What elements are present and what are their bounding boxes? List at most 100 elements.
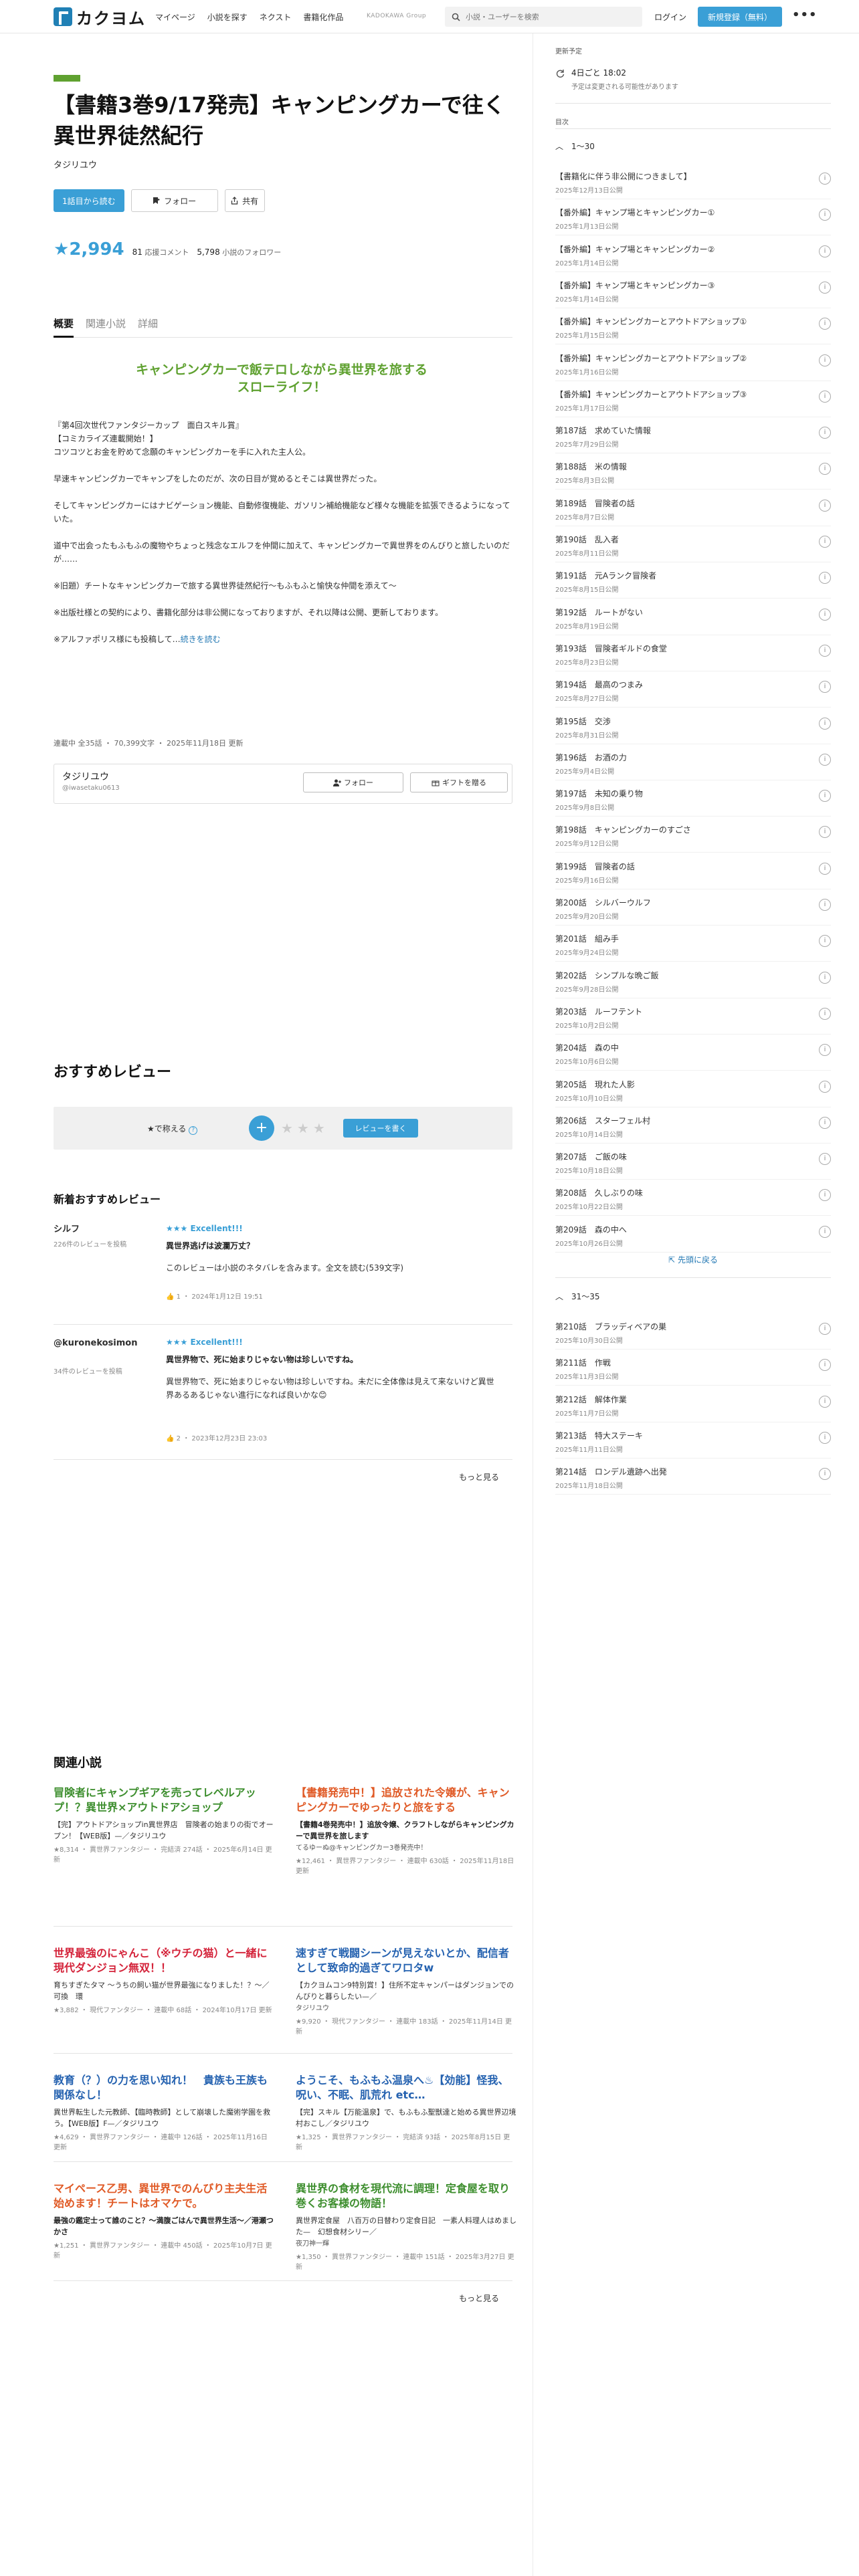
- info-icon[interactable]: i: [819, 1431, 831, 1444]
- episode-item[interactable]: 第204話 森の中 2025年10月6日公開 i: [555, 1033, 831, 1071]
- info-icon[interactable]: i: [819, 717, 831, 730]
- info-icon[interactable]: i: [819, 681, 831, 693]
- more-menu-icon[interactable]: •••: [792, 8, 818, 22]
- followers-stat[interactable]: 5,798 小説のフォロワー: [197, 247, 281, 257]
- episode-item[interactable]: 第193話 冒険者ギルドの食堂 2025年8月23日公開 i: [555, 634, 831, 671]
- send-gift-button[interactable]: ギフトを贈る: [410, 772, 508, 792]
- episode-item[interactable]: 第201話 組み手 2025年9月24日公開 i: [555, 924, 831, 962]
- work-author[interactable]: タジリユウ: [54, 158, 97, 171]
- info-icon[interactable]: i: [819, 1044, 831, 1057]
- thumbs-up-icon[interactable]: 👍: [166, 1293, 174, 1301]
- related-item[interactable]: 世界最強のにゃんこ（※ウチの猫）と一緒に現代ダンジョン無双！！ 育ちすぎたタマ …: [54, 1946, 274, 2016]
- info-icon[interactable]: i: [819, 318, 831, 330]
- author-name[interactable]: タジリユウ: [62, 770, 109, 783]
- info-icon[interactable]: i: [819, 971, 831, 984]
- info-icon[interactable]: i: [819, 1468, 831, 1481]
- episode-item[interactable]: 【書籍化に伴う非公開につきまして】 2025年12月13日公開 i: [555, 162, 831, 199]
- episode-item[interactable]: 第198話 キャンピングカーのすごさ 2025年9月12日公開 i: [555, 815, 831, 853]
- tab-details[interactable]: 詳細: [138, 311, 158, 338]
- info-icon[interactable]: i: [819, 826, 831, 839]
- reviewer-name[interactable]: @kuronekosimon: [54, 1337, 140, 1350]
- search-input[interactable]: [466, 12, 626, 21]
- info-icon[interactable]: i: [819, 499, 831, 512]
- more-reviews-link[interactable]: もっと見る: [459, 1471, 499, 1483]
- episode-item[interactable]: 第199話 冒険者の話 2025年9月16日公開 i: [555, 852, 831, 889]
- nav-search-novels[interactable]: 小説を探す: [207, 11, 248, 23]
- info-icon[interactable]: i: [819, 572, 831, 584]
- related-item[interactable]: 異世界の食材を現代流に調理！定食屋を取り巻くお客様の物語！ 異世界定食屋 八百万…: [296, 2181, 516, 2272]
- follow-author-button[interactable]: フォロー: [303, 772, 403, 792]
- toc-group-toggle[interactable]: ︿ 31〜35: [555, 1291, 600, 1302]
- episode-item[interactable]: 【番外編】キャンピングカーとアウトドアショップ① 2025年1月15日公開 i: [555, 307, 831, 345]
- comments-stat[interactable]: 81 応援コメント: [132, 247, 189, 257]
- info-icon[interactable]: i: [819, 173, 831, 185]
- episode-item[interactable]: 第194話 最高のつまみ 2025年8月27日公開 i: [555, 670, 831, 708]
- info-icon[interactable]: i: [819, 753, 831, 766]
- thumbs-up-icon[interactable]: 👍: [166, 1435, 174, 1442]
- related-item[interactable]: マイペース乙男、異世界でのんびり主夫生活始めます！チートはオマケで。 最強の鑑定…: [54, 2181, 274, 2261]
- star-rating-icons[interactable]: ★★★: [281, 1120, 329, 1136]
- info-icon[interactable]: i: [819, 790, 831, 802]
- signup-button[interactable]: 新規登録（無料）: [698, 7, 782, 27]
- follow-work-button[interactable]: フォロー: [130, 189, 218, 212]
- info-icon[interactable]: i: [819, 1225, 831, 1238]
- info-icon[interactable]: i: [819, 209, 831, 221]
- read-first-episode-button[interactable]: 1話目から読む: [54, 189, 124, 212]
- episode-item[interactable]: 第211話 作戦 2025年11月3日公開 i: [555, 1348, 831, 1386]
- write-review-button[interactable]: レビューを書く: [343, 1119, 418, 1138]
- episode-item[interactable]: 第190話 乱入者 2025年8月11日公開 i: [555, 525, 831, 562]
- info-icon[interactable]: i: [819, 1323, 831, 1335]
- reviewer-name[interactable]: シルフ: [54, 1224, 140, 1236]
- info-icon[interactable]: i: [819, 354, 831, 366]
- episode-item[interactable]: 【番外編】キャンプ場とキャンピングカー① 2025年1月13日公開 i: [555, 198, 831, 236]
- episode-item[interactable]: 【番外編】キャンピングカーとアウトドアショップ③ 2025年1月17日公開 i: [555, 380, 831, 417]
- nav-next[interactable]: ネクスト: [260, 11, 292, 23]
- review-body[interactable]: このレビューは小説のネタバレを含みます。全文を読む(539文字): [166, 1261, 500, 1275]
- toc-group-toggle[interactable]: ︿ 1〜30: [555, 140, 595, 152]
- info-icon[interactable]: i: [819, 1189, 831, 1202]
- back-to-top-link[interactable]: ⇱ 先頭に戻る: [555, 1254, 831, 1265]
- episode-item[interactable]: 第192話 ルートがない 2025年8月19日公開 i: [555, 598, 831, 635]
- info-icon[interactable]: i: [819, 899, 831, 911]
- episode-item[interactable]: 第196話 お酒の力 2025年9月4日公開 i: [555, 743, 831, 780]
- nav-published-works[interactable]: 書籍化作品: [303, 11, 343, 23]
- episode-item[interactable]: 第195話 交渉 2025年8月31日公開 i: [555, 707, 831, 744]
- info-icon[interactable]: i: [819, 1395, 831, 1408]
- info-icon[interactable]: i: [819, 644, 831, 657]
- info-icon[interactable]: i: [819, 862, 831, 875]
- episode-item[interactable]: 第202話 シンプルな晩ご飯 2025年9月28日公開 i: [555, 961, 831, 998]
- episode-item[interactable]: 第214話 ロンデル遺跡へ出発 2025年11月18日公開 i: [555, 1457, 831, 1495]
- help-icon[interactable]: ?: [189, 1126, 198, 1135]
- info-icon[interactable]: i: [819, 281, 831, 294]
- related-item[interactable]: 冒険者にキャンプギアを売ってレベルアップ！？異世界×アウトドアショップ 【完】ア…: [54, 1786, 274, 1865]
- info-icon[interactable]: i: [819, 1080, 831, 1093]
- episode-item[interactable]: 第206話 スターフェル村 2025年10月14日公開 i: [555, 1106, 831, 1144]
- tab-related[interactable]: 関連小説: [86, 311, 126, 338]
- read-more-link[interactable]: 続きを読む: [181, 635, 221, 644]
- login-link[interactable]: ログイン: [654, 11, 686, 23]
- episode-item[interactable]: 第210話 ブラッディベアの巣 2025年10月30日公開 i: [555, 1312, 831, 1350]
- related-item[interactable]: 【書籍発売中！】追放された令嬢が、キャンピングカーでゆったりと旅をする 【書籍4…: [296, 1786, 516, 1876]
- episode-item[interactable]: 第213話 特大ステーキ 2025年11月11日公開 i: [555, 1421, 831, 1459]
- episode-item[interactable]: 【番外編】キャンプ場とキャンピングカー② 2025年1月14日公開 i: [555, 235, 831, 272]
- episode-item[interactable]: 【番外編】キャンプ場とキャンピングカー③ 2025年1月14日公開 i: [555, 271, 831, 308]
- nav-mypage[interactable]: マイページ: [155, 11, 195, 23]
- episode-item[interactable]: 第209話 森の中へ 2025年10月26日公開 i: [555, 1215, 831, 1253]
- related-item[interactable]: 教育（？）の力を思い知れ！ 貴族も王族も関係なし！ 異世界転生した元教師、【臨時…: [54, 2073, 274, 2153]
- episode-item[interactable]: 第208話 久しぶりの味 2025年10月22日公開 i: [555, 1178, 831, 1216]
- share-button[interactable]: 共有: [224, 189, 265, 212]
- episode-item[interactable]: 第207話 ご飯の味 2025年10月18日公開 i: [555, 1142, 831, 1180]
- info-icon[interactable]: i: [819, 935, 831, 948]
- episode-item[interactable]: 第205話 現れた人影 2025年10月10日公開 i: [555, 1070, 831, 1107]
- info-icon[interactable]: i: [819, 536, 831, 548]
- related-item[interactable]: ようこそ、もふもふ温泉へ♨【効能】怪我、呪い、不眠、肌荒れ etc… 【完】スキ…: [296, 2073, 516, 2153]
- info-icon[interactable]: i: [819, 1116, 831, 1129]
- info-icon[interactable]: i: [819, 390, 831, 403]
- info-icon[interactable]: i: [819, 608, 831, 621]
- more-related-link[interactable]: もっと見る: [459, 2292, 499, 2304]
- related-item[interactable]: 速すぎて戦闘シーンが見えないとか、配信者として致命的過ぎてワロタw 【カクヨムコ…: [296, 1946, 516, 2037]
- episode-item[interactable]: 【番外編】キャンピングカーとアウトドアショップ② 2025年1月16日公開 i: [555, 344, 831, 381]
- episode-item[interactable]: 第187話 求めていた情報 2025年7月29日公開 i: [555, 416, 831, 454]
- episode-item[interactable]: 第188話 米の情報 2025年8月3日公開 i: [555, 452, 831, 490]
- add-star-button[interactable]: +: [249, 1115, 274, 1141]
